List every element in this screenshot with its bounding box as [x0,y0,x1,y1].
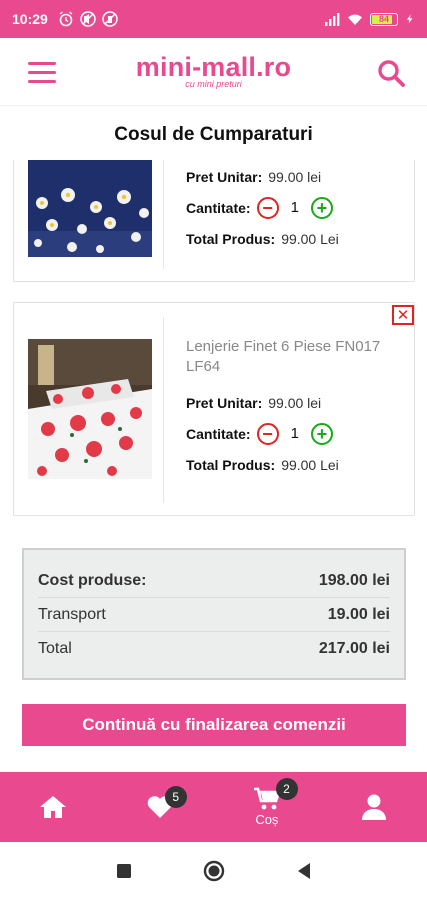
back-button[interactable] [259,862,349,880]
search-icon[interactable] [377,59,405,87]
unit-price-label: Pret Unitar: [186,394,263,411]
nav-home[interactable] [0,772,107,842]
nav-wishlist[interactable]: 5 [107,772,214,842]
product-image[interactable] [28,339,152,479]
summary-row-products: Cost produse: 198.00 lei [38,564,390,598]
summary-row-transport: Transport 19.00 lei [38,598,390,632]
quantity-label: Cantitate: [186,199,251,216]
recents-button[interactable] [79,863,169,879]
increase-quantity-button[interactable]: + [310,422,333,445]
alarm-icon [59,11,73,27]
product-name[interactable]: Lenjerie Finet 6 Piese FN017 LF64 [186,337,404,377]
transport-label: Transport [38,605,106,623]
logo-tagline: cu mini preturi [185,79,242,89]
item-info: Pret Unitar: 99.00 lei Cantitate: − 1 + T… [186,161,404,254]
summary-row-total: Total 217.00 lei [38,632,390,666]
cart-count-badge: 2 [275,778,298,800]
increase-quantity-button[interactable]: + [310,196,333,219]
quantity-value: 1 [290,425,299,442]
cart-item: Pret Unitar: 99.00 lei Cantitate: − 1 + T… [13,160,415,282]
quantity-label: Cantitate: [186,425,251,442]
home-system-button[interactable] [169,860,259,882]
total-product: 99.00 Lei [281,456,339,473]
bottom-nav: 5 Coș 2 [0,772,427,842]
mute-icon [80,11,96,27]
system-nav-bar [0,842,427,900]
cart-list[interactable]: Pret Unitar: 99.00 lei Cantitate: − 1 + T… [0,160,427,523]
wishlist-count-badge: 5 [164,786,187,808]
total-label: Total [38,640,72,657]
order-summary: Cost produse: 198.00 lei Transport 19.00… [22,548,406,680]
nav-cart[interactable]: Coș 2 [214,772,321,842]
item-info: Lenjerie Finet 6 Piese FN017 LF64 Pret U… [186,337,404,480]
cart-nav-label: Coș [255,812,279,827]
home-circle-icon [203,860,224,882]
cart-item: ✕ Lenjerie Finet 6 Piese FN017 LF64 Pret… [13,302,415,516]
battery-level: 84 [378,14,389,24]
status-time: 10:29 [12,11,48,27]
charging-icon [406,14,413,24]
total-product-label: Total Produs: [186,456,276,473]
products-cost-value: 198.00 lei [318,571,390,589]
dnd-icon [102,11,118,27]
page-title: Cosul de Cumparaturi [114,124,313,145]
unit-price: 99.00 lei [268,168,322,185]
transport-value: 19.00 lei [327,605,390,623]
back-icon [297,863,310,879]
remove-item-button[interactable]: ✕ [392,305,414,325]
recents-icon [116,864,131,878]
products-cost-label: Cost produse: [38,571,147,589]
quantity-value: 1 [290,199,299,216]
checkout-button[interactable]: Continuă cu finalizarea comenzii [22,704,406,746]
user-icon [361,794,386,820]
total-value: 217.00 lei [318,640,390,657]
home-icon [40,796,67,818]
nav-account[interactable] [320,772,427,842]
battery-icon: 84 [370,12,398,26]
unit-price-label: Pret Unitar: [186,168,263,185]
unit-price: 99.00 lei [268,394,322,411]
wifi-icon [348,14,362,25]
status-bar: 10:29 84 [0,0,427,38]
item-divider [163,160,164,269]
app-header: mini-mall.ro cu mini preturi [0,38,427,106]
decrease-quantity-button[interactable]: − [256,196,279,219]
logo[interactable]: mini-mall.ro cu mini preturi [0,52,427,89]
item-divider [163,317,164,503]
total-product-label: Total Produs: [186,230,276,247]
product-image[interactable] [28,160,152,257]
signal-icon [325,13,340,26]
decrease-quantity-button[interactable]: − [256,422,279,445]
total-product: 99.00 Lei [281,230,339,247]
